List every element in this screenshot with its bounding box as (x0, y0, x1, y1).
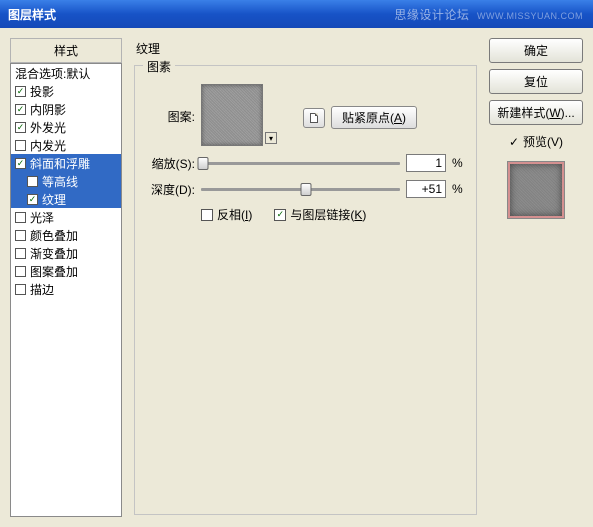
style-item-label: 混合选项:默认 (15, 65, 90, 82)
dialog-title: 图层样式 (8, 6, 56, 23)
texture-groupbox: 图素 图案: ▾ 贴紧原点(A) 缩放(S): (134, 65, 477, 515)
link-layer-checkbox[interactable]: ✓ 与图层链接(K) (274, 206, 366, 223)
style-item[interactable]: 颜色叠加 (11, 226, 121, 244)
styles-header: 样式 (10, 38, 122, 63)
checkbox-icon: ✓ (15, 158, 26, 169)
checks-row: 反相(I) ✓ 与图层链接(K) (201, 206, 466, 223)
checkbox-icon (15, 266, 26, 277)
style-item[interactable]: 渐变叠加 (11, 244, 121, 262)
style-item-label: 颜色叠加 (30, 227, 78, 244)
buttons-column: 确定 复位 新建样式(W)... ✓ 预览(V) (489, 38, 583, 517)
scale-label: 缩放(S): (145, 155, 195, 172)
style-item[interactable]: 等高线 (11, 172, 121, 190)
depth-row: 深度(D): % (145, 180, 466, 198)
scale-thumb[interactable] (197, 157, 208, 170)
snap-origin-button[interactable]: 贴紧原点(A) (331, 106, 417, 129)
style-item[interactable]: 描边 (11, 280, 121, 298)
pattern-picker[interactable]: ▾ (201, 84, 263, 146)
style-item-label: 图案叠加 (30, 263, 78, 280)
style-item-label: 外发光 (30, 119, 66, 136)
checkbox-icon (15, 140, 26, 151)
watermark: 思缘设计论坛 WWW.MISSYUAN.COM (394, 6, 583, 23)
pattern-label: 图案: (145, 108, 195, 125)
checkbox-icon (27, 176, 38, 187)
depth-slider[interactable] (201, 188, 400, 191)
document-icon (310, 113, 318, 123)
style-item[interactable]: ✓ 外发光 (11, 118, 121, 136)
scale-slider[interactable] (201, 162, 400, 165)
checkbox-icon (15, 284, 26, 295)
pattern-swatch (201, 84, 263, 146)
checkbox-icon: ✓ (27, 194, 38, 205)
preview-checkbox[interactable]: ✓ 预览(V) (489, 133, 583, 150)
checkbox-icon: ✓ (15, 86, 26, 97)
style-item[interactable]: ✓ 投影 (11, 82, 121, 100)
pattern-dropdown-icon[interactable]: ▾ (265, 132, 277, 144)
checkbox-icon: ✓ (274, 209, 286, 221)
style-item[interactable]: 内发光 (11, 136, 121, 154)
pattern-row: 图案: ▾ 贴紧原点(A) (145, 84, 466, 146)
ok-button[interactable]: 确定 (489, 38, 583, 63)
checkbox-icon (201, 209, 213, 221)
depth-thumb[interactable] (301, 183, 312, 196)
scale-unit: % (452, 156, 466, 170)
style-item[interactable]: 光泽 (11, 208, 121, 226)
depth-input[interactable] (406, 180, 446, 198)
checkbox-icon (15, 230, 26, 241)
style-item[interactable]: 图案叠加 (11, 262, 121, 280)
reset-button[interactable]: 复位 (489, 69, 583, 94)
style-item-label: 等高线 (42, 173, 78, 190)
checkbox-icon: ✓ (15, 104, 26, 115)
style-item-label: 纹理 (42, 191, 66, 208)
styles-list[interactable]: 混合选项:默认 ✓ 投影 ✓ 内阴影 ✓ 外发光内发光 ✓ 斜面和浮雕等高线 ✓ 纹理光泽颜色叠加渐… (10, 63, 122, 517)
new-style-button[interactable]: 新建样式(W)... (489, 100, 583, 125)
style-item[interactable]: ✓ 纹理 (11, 190, 121, 208)
checkbox-icon (15, 212, 26, 223)
style-item-label: 光泽 (30, 209, 54, 226)
new-preset-button[interactable] (303, 108, 325, 128)
dialog-body: 样式 混合选项:默认✓投影✓内阴影✓外发光内发光✓斜面和浮雕等高线✓纹理光泽颜色… (0, 28, 593, 527)
checkbox-icon (15, 248, 26, 259)
style-item[interactable]: 混合选项:默认 (11, 64, 121, 82)
style-item[interactable]: ✓ 斜面和浮雕 (11, 154, 121, 172)
styles-column: 样式 混合选项:默认 ✓ 投影 ✓ 内阴影 ✓ 外发光内发光 ✓ 斜面和浮雕等高线 ✓ 纹理光泽颜色… (10, 38, 122, 517)
style-item-label: 内发光 (30, 137, 66, 154)
depth-unit: % (452, 182, 466, 196)
style-item-label: 描边 (30, 281, 54, 298)
style-item-label: 投影 (30, 83, 54, 100)
style-item-label: 内阴影 (30, 101, 66, 118)
group-legend: 图素 (143, 58, 175, 75)
style-item-label: 斜面和浮雕 (30, 155, 90, 172)
settings-column: 纹理 图素 图案: ▾ 贴紧原点(A) 缩放(S): (132, 38, 479, 517)
scale-row: 缩放(S): % (145, 154, 466, 172)
scale-input[interactable] (406, 154, 446, 172)
checkbox-icon: ✓ (15, 122, 26, 133)
style-item-label: 渐变叠加 (30, 245, 78, 262)
checkbox-icon: ✓ (509, 135, 519, 149)
invert-checkbox[interactable]: 反相(I) (201, 206, 252, 223)
style-item[interactable]: ✓ 内阴影 (11, 100, 121, 118)
tab-label: 纹理 (132, 38, 479, 61)
preview-swatch (508, 162, 564, 218)
depth-label: 深度(D): (145, 181, 195, 198)
